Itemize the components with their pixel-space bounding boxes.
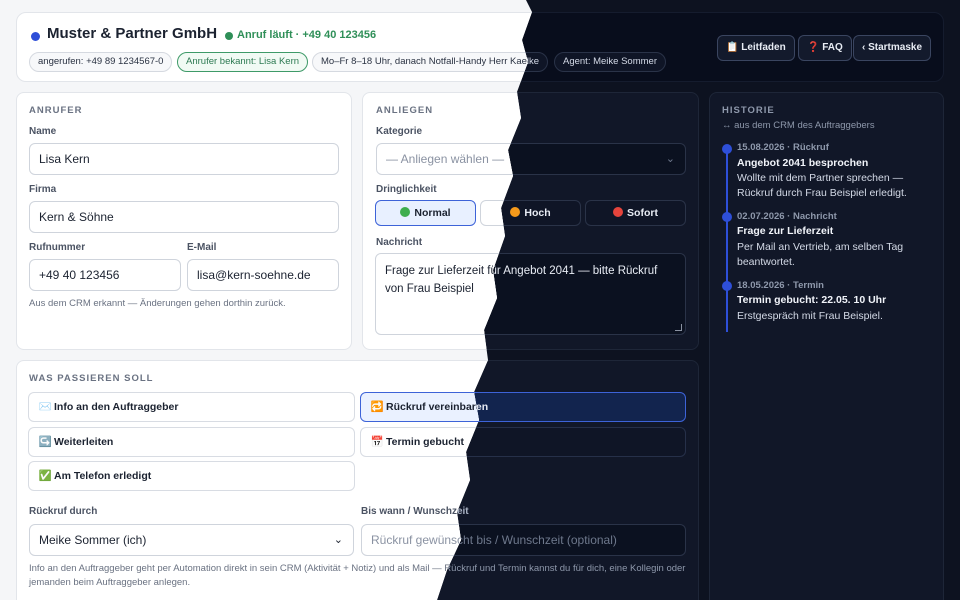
chip-called-number: angerufen: +49 89 1234567-0 xyxy=(29,52,173,72)
history-text: Wollte mit dem Partner sprechen — Rückru… xyxy=(737,172,907,199)
action-forward[interactable]: ↪️Weiterleiten xyxy=(28,427,355,457)
urgency-label: Dringlichkeit xyxy=(376,184,437,195)
company-field[interactable]: Kern & Söhne xyxy=(29,201,339,233)
callback-by-label: Rückruf durch xyxy=(29,506,98,517)
history-text: Per Mail an Vertrieb, am selben Tag bean… xyxy=(737,241,904,268)
timeline-dot xyxy=(722,212,732,222)
email-field[interactable]: lisa@kern-soehne.de xyxy=(187,259,339,291)
history-title: Frage zur Lieferzeit xyxy=(737,225,834,237)
category-placeholder: — Anliegen wählen — xyxy=(386,152,505,166)
section-title-concern: ANLIEGEN xyxy=(376,105,434,116)
home-button[interactable]: ‹ Startmaske xyxy=(853,35,932,61)
action-done-on-phone[interactable]: ✅Am Telefon erledigt xyxy=(28,461,355,491)
company-name: Muster & Partner GmbH xyxy=(47,25,218,42)
brand-dot-icon xyxy=(31,32,40,41)
history-meta: 02.07.2026 · Nachricht xyxy=(737,211,837,222)
chip-office-hours: Mo–Fr 8–18 Uhr, danach Notfall-Handy Her… xyxy=(312,52,532,72)
phone-field[interactable]: +49 40 123456 xyxy=(29,259,181,291)
callback-by-value: Meike Sommer (ich) xyxy=(39,533,147,547)
forward-arrow-icon: ↪️ xyxy=(38,436,52,448)
history-text: Erstgespräch mit Frau Beispiel. xyxy=(737,310,883,322)
name-label: Name xyxy=(29,126,57,137)
action-info-client[interactable]: ✉️Info an den Auftraggeber xyxy=(28,392,355,422)
caller-card: ANRUFER Name Lisa Kern Firma Kern & Söhn… xyxy=(16,92,352,350)
until-label: Bis wann / Wunschzeit xyxy=(361,506,469,517)
history-meta: 18.05.2026 · Termin xyxy=(737,280,824,291)
checkmark-icon: ✅ xyxy=(38,470,52,482)
faq-button[interactable]: ❓ FAQ xyxy=(798,35,852,61)
email-label: E-Mail xyxy=(187,242,217,253)
history-title: Termin gebucht: 22.05. 10 Uhr xyxy=(737,294,887,306)
history-meta: 15.08.2026 · Rückruf xyxy=(737,142,829,153)
calendar-icon: 📅 xyxy=(370,436,384,448)
caller-hint: Aus dem CRM erkannt — Änderungen gehen d… xyxy=(29,298,286,309)
section-title-caller: ANRUFER xyxy=(29,105,83,116)
timeline-line xyxy=(726,148,728,332)
category-label: Kategorie xyxy=(376,126,423,137)
section-title-actions: WAS PASSIEREN SOLL xyxy=(29,373,154,384)
chevron-down-icon: ⌄ xyxy=(665,153,675,165)
history-subtitle: ↔ aus dem CRM des Auftraggebers xyxy=(722,120,875,131)
guide-button[interactable]: 📋 Leitfaden xyxy=(717,35,795,61)
section-title-history: HISTORIE xyxy=(722,105,775,116)
resize-handle-icon[interactable] xyxy=(675,324,682,331)
chip-agent: Agent: Meike Sommer xyxy=(554,52,666,72)
timeline-dot xyxy=(722,281,732,291)
red-circle-icon xyxy=(613,207,624,217)
orange-circle-icon xyxy=(510,207,521,217)
green-circle-icon xyxy=(400,207,411,217)
history-title: Angebot 2041 besprochen xyxy=(737,157,869,169)
call-active-icon xyxy=(225,32,233,40)
urgency-normal-button[interactable]: Normal xyxy=(375,200,476,226)
name-field[interactable]: Lisa Kern xyxy=(29,143,339,175)
phone-label: Rufnummer xyxy=(29,242,86,253)
chevron-down-icon: ⌄ xyxy=(333,534,343,546)
company-label: Firma xyxy=(29,184,57,195)
chip-caller-known: Anrufer bekannt: Lisa Kern xyxy=(177,52,309,72)
urgency-now-button[interactable]: Sofort xyxy=(585,200,686,226)
callback-by-select[interactable]: Meike Sommer (ich) ⌄ xyxy=(29,524,354,556)
timeline-dot xyxy=(722,144,732,154)
envelope-icon: ✉️ xyxy=(38,401,52,413)
repeat-icon: 🔁 xyxy=(370,401,384,413)
call-status: Anruf läuft · +49 40 123456 xyxy=(237,29,377,41)
message-label: Nachricht xyxy=(376,237,423,248)
